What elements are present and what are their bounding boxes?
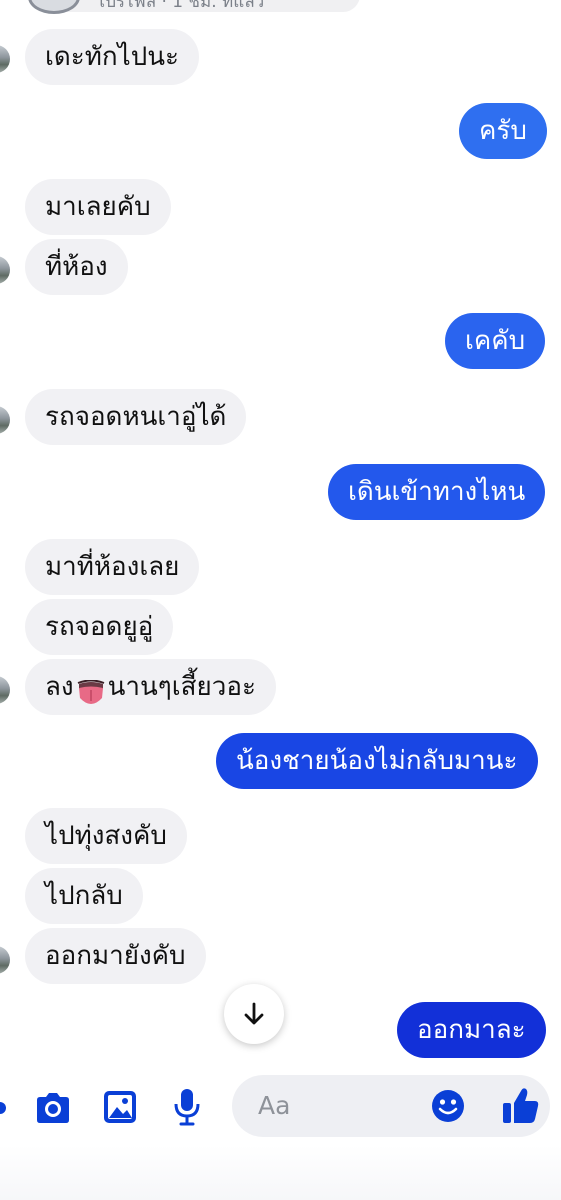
message-incoming[interactable]: มาเลยคับ [25,179,171,235]
message-text-before-emoji: ลง [45,672,74,702]
message-text-after-emoji: นานๆเสี้ยวอะ [107,672,256,702]
sender-avatar[interactable] [0,676,10,704]
sender-avatar[interactable] [0,256,10,284]
more-actions-icon[interactable] [0,1088,8,1128]
thumbs-up-icon[interactable] [500,1084,542,1128]
arrow-down-icon [244,1002,264,1025]
message-outgoing[interactable]: ออกมาละ [397,1002,546,1058]
message-incoming[interactable]: รถจอดหนเาอู่ได้ [25,389,247,445]
scroll-to-bottom-button[interactable] [224,984,284,1044]
header-strip: โปรไฟล์ · 1 ชม. ที่แล้ว [0,0,561,14]
message-incoming[interactable]: มาที่ห้องเลย [25,539,200,595]
message-incoming[interactable]: ที่ห้อง [25,239,128,295]
message-incoming-with-emoji[interactable]: ลง นานๆเสี้ยวอะ [25,659,276,715]
microphone-icon[interactable] [168,1086,206,1128]
message-incoming[interactable]: ออกมายังคับ [25,928,206,984]
header-text: โปรไฟล์ · 1 ชม. ที่แล้ว [96,0,265,12]
sender-avatar[interactable] [0,946,10,974]
message-input-placeholder: Aa [258,1091,291,1120]
sender-avatar[interactable] [0,45,10,73]
message-incoming[interactable]: เดะทักไปนะ [25,29,199,85]
sender-avatar[interactable] [0,406,10,434]
message-incoming[interactable]: รถจอดยูอู่ [25,599,174,655]
gallery-icon[interactable] [100,1086,140,1128]
message-outgoing[interactable]: เคคับ [445,313,546,369]
emoji-icon[interactable] [430,1088,466,1124]
message-outgoing[interactable]: เดินเข้าทางไหน [328,464,546,520]
message-outgoing[interactable]: ครับ [459,103,547,159]
message-incoming[interactable]: ไปกลับ [25,868,143,924]
message-outgoing[interactable]: น้องชายน้องไม่กลับมานะ [216,733,538,789]
message-incoming[interactable]: ไปทุ่งสงคับ [25,808,187,864]
camera-icon[interactable] [31,1088,75,1128]
tongue-emoji-icon [76,672,106,704]
